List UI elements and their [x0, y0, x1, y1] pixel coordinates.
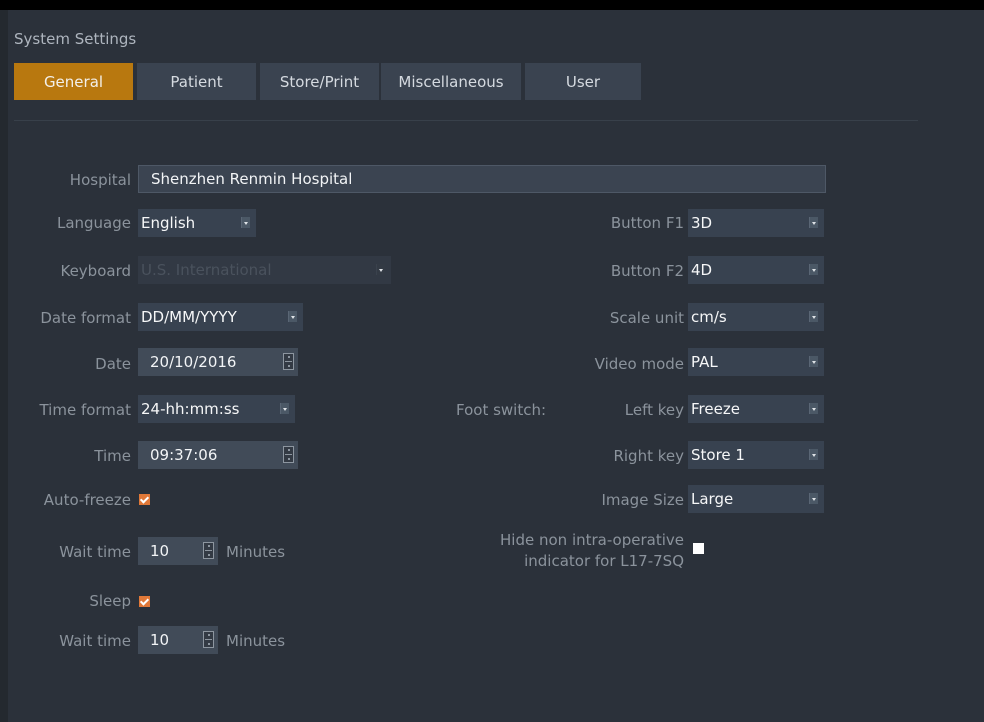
image-size-value: Large	[691, 490, 734, 508]
image-size-label: Image Size	[601, 491, 684, 509]
time-label: Time	[94, 447, 131, 465]
spinner-icon[interactable]	[283, 446, 294, 463]
tab-store-print[interactable]: Store/Print	[260, 63, 379, 100]
sleep-wait-label: Wait time	[59, 632, 131, 650]
hospital-label: Hospital	[69, 171, 131, 189]
chevron-down-icon	[376, 264, 385, 275]
keyboard-label: Keyboard	[60, 262, 131, 280]
date-format-value: DD/MM/YYYY	[141, 308, 237, 326]
hide-indicator-label-line2: indicator for L17-7SQ	[524, 552, 684, 570]
auto-freeze-wait-value: 10	[150, 542, 170, 560]
auto-freeze-label: Auto-freeze	[43, 491, 131, 509]
video-mode-value: PAL	[691, 353, 718, 371]
window-title: System Settings	[14, 30, 137, 48]
time-input[interactable]: 09:37:06	[138, 441, 298, 469]
chevron-down-icon	[280, 403, 289, 414]
tab-user[interactable]: User	[525, 63, 641, 100]
auto-freeze-checkbox[interactable]	[139, 494, 150, 505]
button-f1-label: Button F1	[610, 214, 684, 232]
video-mode-label: Video mode	[594, 355, 684, 373]
chevron-down-icon	[809, 264, 818, 275]
spinner-icon[interactable]	[203, 542, 214, 559]
left-key-select[interactable]: Freeze	[688, 395, 824, 423]
date-format-select[interactable]: DD/MM/YYYY	[138, 303, 303, 331]
spinner-icon[interactable]	[283, 353, 294, 370]
time-format-value: 24-hh:mm:ss	[141, 400, 240, 418]
scale-unit-value: cm/s	[691, 308, 727, 326]
date-input[interactable]: 20/10/2016	[138, 348, 298, 376]
sleep-wait-unit: Minutes	[226, 632, 286, 650]
time-format-label: Time format	[39, 401, 131, 419]
sleep-wait-value: 10	[150, 631, 170, 649]
language-value: English	[141, 214, 196, 232]
chevron-down-icon	[809, 493, 818, 504]
date-label: Date	[95, 355, 131, 373]
auto-freeze-wait-input[interactable]: 10	[138, 537, 218, 565]
time-value: 09:37:06	[150, 446, 218, 464]
hide-indicator-label-line1: Hide non intra-operative	[500, 531, 684, 549]
tab-divider	[14, 120, 918, 121]
auto-freeze-wait-label: Wait time	[59, 543, 131, 561]
tab-patient[interactable]: Patient	[137, 63, 256, 100]
right-key-value: Store 1	[691, 446, 745, 464]
sleep-label: Sleep	[89, 592, 131, 610]
chevron-down-icon	[809, 403, 818, 414]
scale-unit-label: Scale unit	[609, 309, 684, 327]
spinner-icon[interactable]	[203, 631, 214, 648]
foot-switch-label: Foot switch:	[456, 401, 547, 419]
left-key-label: Left key	[624, 401, 684, 419]
image-size-select[interactable]: Large	[688, 485, 824, 513]
left-key-value: Freeze	[691, 400, 740, 418]
keyboard-select: U.S. International	[138, 256, 391, 284]
keyboard-value: U.S. International	[141, 261, 272, 279]
right-key-select[interactable]: Store 1	[688, 441, 824, 469]
chevron-down-icon	[809, 449, 818, 460]
tab-general[interactable]: General	[14, 63, 133, 100]
language-label: Language	[56, 214, 131, 232]
hide-indicator-checkbox[interactable]	[693, 543, 704, 554]
chevron-down-icon	[809, 311, 818, 322]
chevron-down-icon	[241, 217, 250, 228]
chevron-down-icon	[809, 356, 818, 367]
hospital-input[interactable]: Shenzhen Renmin Hospital	[138, 165, 826, 193]
right-key-label: Right key	[613, 447, 684, 465]
language-select[interactable]: English	[138, 209, 256, 237]
button-f1-select[interactable]: 3D	[688, 209, 824, 237]
button-f1-value: 3D	[691, 214, 713, 232]
date-format-label: Date format	[40, 309, 131, 327]
tab-miscellaneous[interactable]: Miscellaneous	[381, 63, 521, 100]
auto-freeze-wait-unit: Minutes	[226, 543, 286, 561]
video-mode-select[interactable]: PAL	[688, 348, 824, 376]
top-border	[0, 0, 984, 10]
sleep-wait-input[interactable]: 10	[138, 626, 218, 654]
time-format-select[interactable]: 24-hh:mm:ss	[138, 395, 295, 423]
chevron-down-icon	[288, 311, 297, 322]
sleep-checkbox[interactable]	[139, 596, 150, 607]
button-f2-value: 4D	[691, 261, 713, 279]
button-f2-label: Button F2	[610, 262, 684, 280]
chevron-down-icon	[809, 217, 818, 228]
scale-unit-select[interactable]: cm/s	[688, 303, 824, 331]
date-value: 20/10/2016	[150, 353, 237, 371]
button-f2-select[interactable]: 4D	[688, 256, 824, 284]
